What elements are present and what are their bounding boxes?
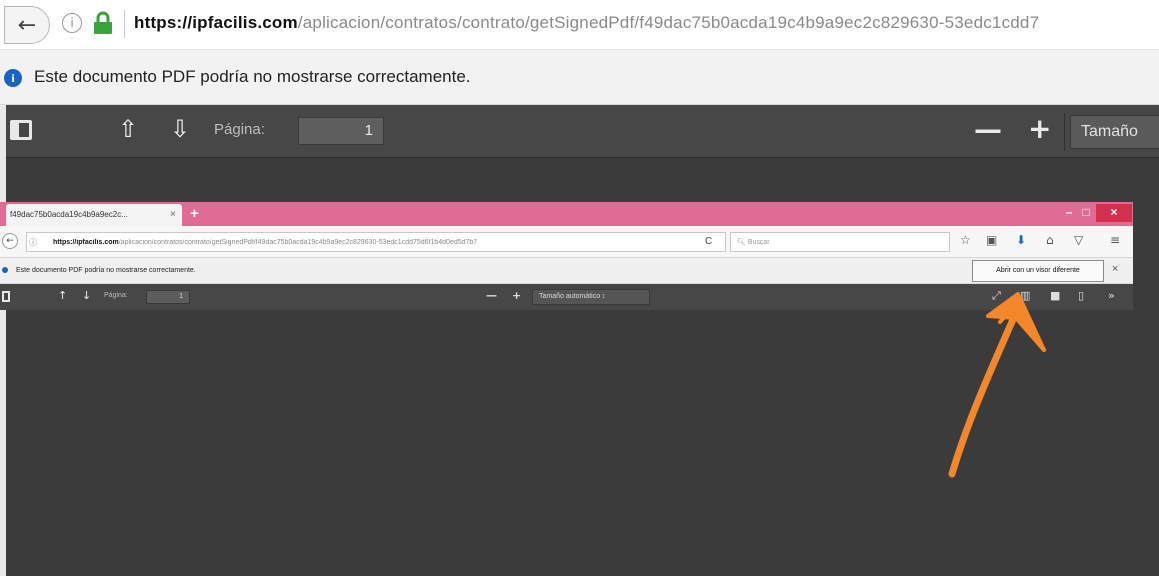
outer-notification-bar: i Este documento PDF podría no mostrarse… [0, 50, 1159, 105]
back-arrow-icon[interactable]: ← [4, 6, 50, 44]
page-label: Página: [214, 121, 265, 138]
outer-notification-text: Este documento PDF podría no mostrarse c… [34, 67, 471, 86]
inner-info-icon [2, 267, 8, 273]
zoom-in-button[interactable]: + [1028, 112, 1051, 145]
search-icon: 🔍︎ [737, 239, 748, 246]
inner-browser-screenshot: f49dac75b0acda19c4b9a9ec2c... × + – □ × … [0, 202, 1133, 310]
open-file-icon[interactable]: ▥ [1020, 289, 1030, 302]
url-separator [124, 10, 125, 38]
pocket-icon[interactable]: ▽ [1074, 233, 1083, 247]
inner-zoom-select-value: Tamaño automático [539, 293, 601, 300]
inner-sidebar-toggle-icon[interactable] [2, 291, 10, 302]
inner-tab[interactable]: f49dac75b0acda19c4b9a9ec2c... × [6, 204, 182, 226]
close-window-button[interactable]: × [1096, 204, 1132, 222]
open-with-different-viewer-button[interactable]: Abrir con un visor diferente [972, 260, 1104, 282]
inner-zoom-out-button[interactable]: — [486, 289, 497, 302]
notification-close-icon[interactable]: × [1112, 263, 1118, 275]
lock-icon [94, 11, 112, 34]
inner-address-bar[interactable]: ⓘ https://ipfacilis.com/aplicacion/contr… [26, 232, 726, 252]
inner-previous-page-icon[interactable]: ↑ [58, 289, 67, 302]
previous-page-icon[interactable]: ⇧ [118, 115, 138, 143]
inner-page-label: Página: [104, 292, 128, 299]
outer-address-bar[interactable]: https://ipfacilis.com/aplicacion/contrat… [134, 13, 1039, 33]
inner-notification-bar: Este documento PDF podría no mostrarse c… [0, 258, 1133, 284]
sidebar-toggle-icon[interactable] [10, 120, 32, 140]
inner-tab-title: f49dac75b0acda19c4b9a9ec2c... [10, 210, 128, 219]
site-info-icon[interactable]: i [62, 13, 82, 33]
zoom-select[interactable]: Tamaño [1070, 115, 1159, 149]
menu-icon[interactable]: ≡ [1110, 233, 1120, 247]
outer-pdf-toolbar: ⇧ ⇩ Página: 1 — + Tamaño [0, 105, 1159, 158]
info-icon: i [4, 69, 22, 87]
inner-search-input[interactable]: 🔍︎ Buscar [730, 232, 950, 252]
new-tab-button[interactable]: + [190, 205, 199, 222]
left-edge-strip [0, 105, 6, 576]
inner-url-host: https://ipfacilis.com [53, 239, 119, 246]
inner-site-info-icon[interactable]: ⓘ [29, 237, 37, 248]
inner-notification-text: Este documento PDF podría no mostrarse c… [16, 267, 196, 274]
bookmark-star-icon[interactable]: ☆ [960, 233, 971, 247]
inner-zoom-select[interactable]: Tamaño automático ↕ [532, 289, 650, 305]
reload-icon[interactable]: C [705, 236, 712, 247]
inner-next-page-icon[interactable]: ↓ [82, 289, 91, 302]
downloads-icon[interactable]: ⬇ [1016, 233, 1026, 247]
fullscreen-icon[interactable]: ⤢ [992, 289, 1001, 303]
page-number-input[interactable]: 1 [298, 117, 384, 145]
inner-navigation-bar: ← ⓘ https://ipfacilis.com/aplicacion/con… [0, 226, 1133, 258]
inner-back-arrow-icon[interactable]: ← [2, 233, 18, 249]
zoom-out-button[interactable]: — [974, 113, 1002, 146]
screenshot-root: ← i https://ipfacilis.com/aplicacion/con… [0, 0, 1159, 576]
next-page-icon[interactable]: ⇩ [170, 115, 190, 143]
inner-url: https://ipfacilis.com/aplicacion/contrat… [53, 239, 703, 246]
tools-chevron-icon[interactable]: » [1108, 289, 1115, 302]
maximize-button[interactable]: □ [1076, 204, 1096, 222]
home-icon[interactable]: ⌂ [1046, 233, 1054, 247]
inner-url-path: /aplicacion/contratos/contrato/getSigned… [118, 239, 478, 246]
inner-page-number-input[interactable]: 1 [146, 290, 190, 304]
outer-url-path: /aplicacion/contratos/contrato/getSigned… [297, 13, 1040, 32]
toolbar-separator [1064, 113, 1065, 151]
inner-search-placeholder: Buscar [747, 239, 770, 246]
inner-pdf-toolbar: ↑ ↓ Página: 1 — + Tamaño automático ↕ ⤢ … [0, 284, 1133, 310]
library-icon[interactable]: ▣ [986, 233, 997, 247]
outer-url-host: https://ipfacilis.com [134, 13, 298, 32]
bookmark-icon[interactable]: ▯ [1078, 289, 1084, 302]
print-icon[interactable]: ■ [1050, 289, 1060, 302]
outer-navigation-bar: ← i https://ipfacilis.com/aplicacion/con… [0, 0, 1159, 50]
tab-close-icon[interactable]: × [170, 209, 176, 220]
inner-tab-bar: f49dac75b0acda19c4b9a9ec2c... × + – □ × [0, 202, 1133, 226]
inner-zoom-in-button[interactable]: + [512, 289, 521, 302]
